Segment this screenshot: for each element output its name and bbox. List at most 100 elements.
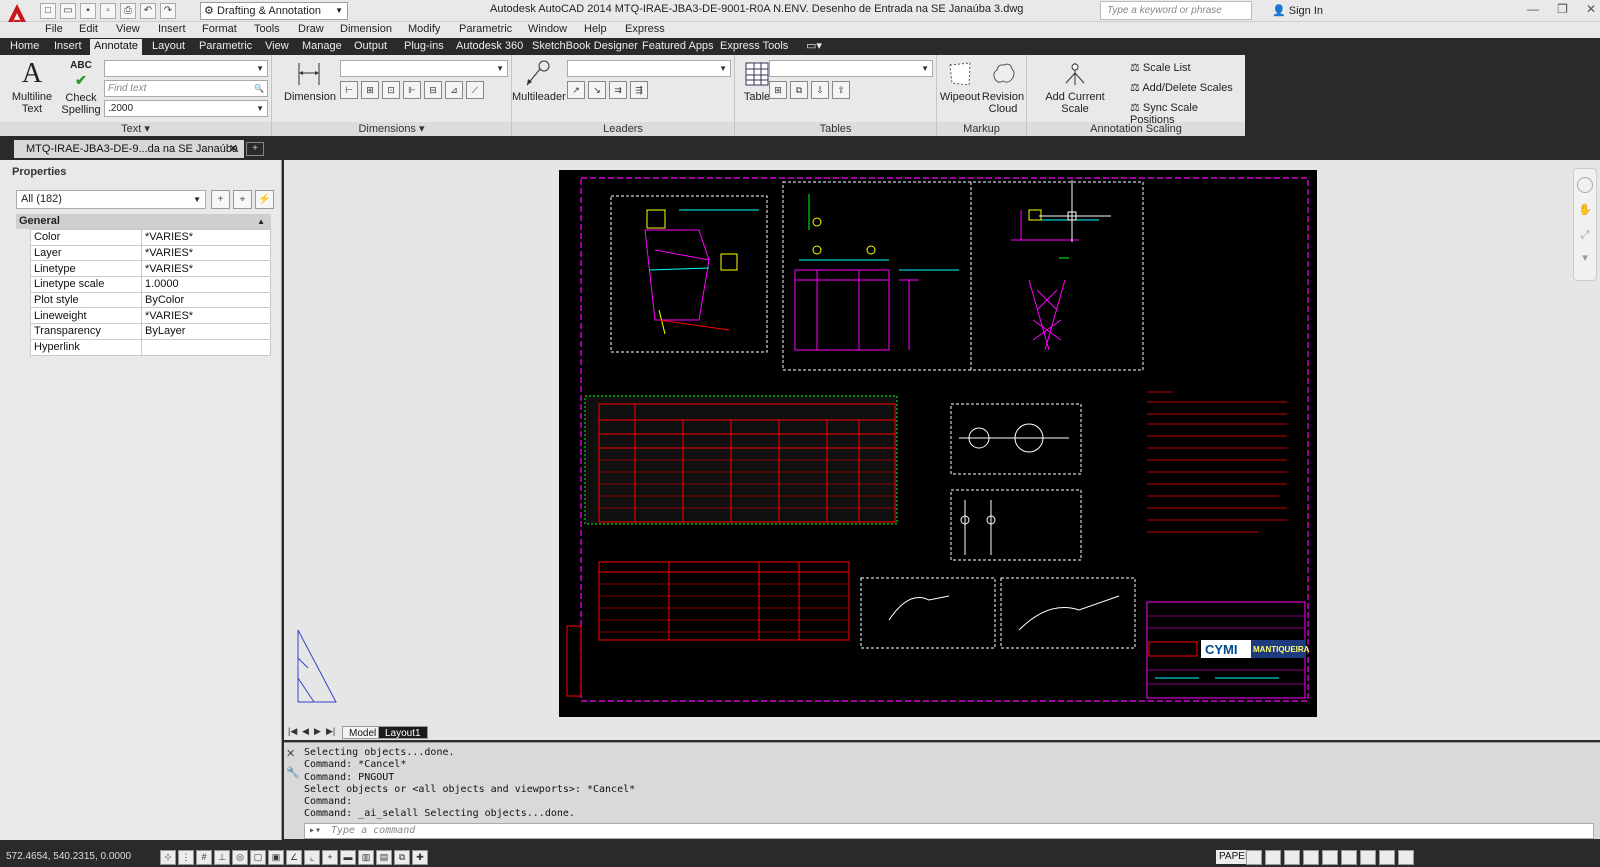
next-layout-icon[interactable]: ▶ [314,726,321,737]
quick-view-layouts-icon[interactable] [1246,850,1262,865]
polar-icon[interactable]: ◎ [232,850,248,865]
tab-view[interactable]: View [261,39,293,55]
property-row[interactable]: Color *VARIES* [30,229,271,246]
general-category[interactable]: General ▲ [16,214,271,229]
infer-constraints-icon[interactable]: ⊹ [160,850,176,865]
select-objects-icon[interactable]: ⌖ [233,190,252,209]
menu-dimension[interactable]: Dimension [340,23,392,35]
upload-data-icon[interactable]: ⇧ [832,81,850,99]
add-delete-scales-button[interactable]: ⚖ Add/Delete Scales [1130,81,1233,94]
dyn-icon[interactable]: + [322,850,338,865]
menu-format[interactable]: Format [202,23,237,35]
find-text-input[interactable]: Find text 🔍 [104,80,268,97]
plot-icon[interactable]: ⎙ [120,3,136,19]
previous-layout-icon[interactable]: ◀ [302,726,309,737]
property-row[interactable]: Linetype *VARIES* [30,260,271,278]
selection-cycling-icon[interactable]: ⧉ [394,850,410,865]
zoom-extents-icon[interactable]: ⤢ [1577,229,1593,245]
dim-oblique-icon[interactable]: ⟋ [466,81,484,99]
property-value[interactable]: ByColor [141,291,271,309]
tab-layout1[interactable]: Layout1 [378,726,428,739]
customize-icon[interactable]: 🔧 [286,766,300,779]
steering-wheel-icon[interactable] [1577,177,1593,193]
undo-icon[interactable]: ↶ [140,3,156,19]
maximize-viewport-icon[interactable] [1284,850,1300,865]
new-tab-button[interactable]: + [246,142,264,156]
lock-ui-icon[interactable] [1341,850,1357,865]
markup-panel-title[interactable]: Markup [937,122,1026,136]
dim-continue-icon[interactable]: ⊩ [403,81,421,99]
close-icon[interactable]: ✕ [229,140,238,158]
download-data-icon[interactable]: ⇩ [811,81,829,99]
link-data-icon[interactable]: ⧉ [790,81,808,99]
align-leader-icon[interactable]: ⇉ [609,81,627,99]
quick-properties-icon[interactable]: ▤ [376,850,392,865]
save-icon[interactable]: ▪ [80,3,96,19]
otrack-icon[interactable]: ∠ [286,850,302,865]
property-row[interactable]: Hyperlink [30,338,271,356]
property-row[interactable]: Layer *VARIES* [30,244,271,262]
toggle-pickadd-icon[interactable]: + [211,190,230,209]
redo-icon[interactable]: ↷ [160,3,176,19]
dimensions-panel-title[interactable]: Dimensions ▾ [272,122,511,136]
grid-icon[interactable]: # [196,850,212,865]
tab-annotate[interactable]: Annotate [90,39,143,55]
tab-manage[interactable]: Manage [298,39,346,55]
tab-layout[interactable]: Layout [148,39,189,55]
pan-icon[interactable]: ✋ [1577,203,1593,219]
annotation-scale-icon[interactable] [1303,850,1319,865]
property-value[interactable]: *VARIES* [141,244,271,262]
menu-parametric[interactable]: Parametric [459,23,512,35]
property-value[interactable]: ByLayer [141,323,271,340]
tables-panel-title[interactable]: Tables [735,122,936,136]
multileader-button[interactable]: Multileader [512,59,566,103]
add-leader-icon[interactable]: ↗ [567,81,585,99]
osnap-icon[interactable]: ▢ [250,850,266,865]
text-panel-title[interactable]: Text ▾ [0,122,271,136]
ducs-icon[interactable]: ⌞ [304,850,320,865]
search-input[interactable]: Type a keyword or phrase [1100,1,1252,20]
open-icon[interactable]: ▭ [60,3,76,19]
minimize-icon[interactable]: — [1527,2,1539,16]
command-input[interactable]: ▸▾ Type a command [304,823,1594,839]
tab-output[interactable]: Output [350,39,391,55]
menu-modify[interactable]: Modify [408,23,440,35]
dim-space-icon[interactable]: ⊟ [424,81,442,99]
property-value[interactable]: *VARIES* [141,307,271,325]
property-value[interactable]: *VARIES* [141,260,271,278]
lineweight-icon[interactable]: ▬ [340,850,356,865]
dim-inspect-icon[interactable]: ⊡ [382,81,400,99]
find-icon[interactable]: 🔍 [254,81,264,96]
collect-leader-icon[interactable]: ⇶ [630,81,648,99]
dim-break-icon[interactable]: ⊢ [340,81,358,99]
restore-icon[interactable]: ❐ [1557,2,1568,16]
tab-featured-apps[interactable]: Featured Apps [638,39,718,55]
text-style-select[interactable]: ▼ [104,60,268,77]
close-icon[interactable]: ✕ [286,747,300,760]
annotation-monitor-icon[interactable]: ✚ [412,850,428,865]
revision-cloud-button[interactable]: Revision Cloud [981,59,1025,115]
property-value[interactable] [141,338,271,356]
property-row[interactable]: Lineweight *VARIES* [30,307,271,325]
menu-window[interactable]: Window [528,23,567,35]
last-layout-icon[interactable]: ▶| [326,726,335,737]
close-icon[interactable]: ✕ [1586,2,1596,16]
tab-sketchbook-designer[interactable]: SketchBook Designer [528,39,642,55]
quick-select-icon[interactable]: ⚡ [255,190,274,209]
table-style-select[interactable]: ▼ [769,60,933,77]
first-layout-icon[interactable]: |◀ [288,726,297,737]
tab-parametric[interactable]: Parametric [195,39,256,55]
selection-select[interactable]: All (182) ▼ [16,190,206,209]
tab-plug-ins[interactable]: Plug-ins [400,39,448,55]
new-icon[interactable]: □ [40,3,56,19]
mleader-style-select[interactable]: ▼ [567,60,731,77]
menu-draw[interactable]: Draw [298,23,324,35]
text-height-select[interactable]: .2000 ▼ [104,100,268,117]
ribbon-minimize-icon[interactable]: ▭▾ [802,39,826,55]
menu-tools[interactable]: Tools [254,23,280,35]
tab-autodesk-360[interactable]: Autodesk 360 [452,39,527,55]
isolate-objects-icon[interactable] [1360,850,1376,865]
clean-screen-icon[interactable] [1398,850,1414,865]
menu-insert[interactable]: Insert [158,23,186,35]
tab-express-tools[interactable]: Express Tools [716,39,792,55]
